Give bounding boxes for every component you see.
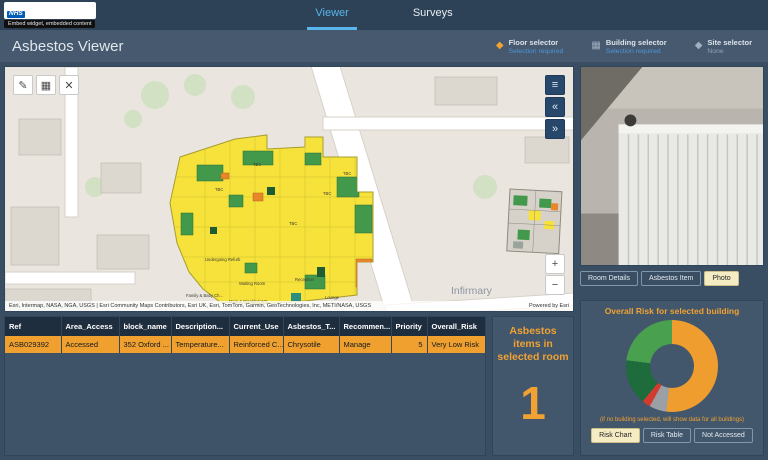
table-header-row: RefArea_Accessblock_nameDescription...Cu…: [5, 317, 486, 336]
map-attribution: Esri, Intermap, NASA, NGA, USGS | Esri C…: [5, 301, 573, 311]
close-tool-button[interactable]: ✕: [59, 75, 79, 95]
list-icon: ≡: [552, 79, 558, 91]
view-tabs: Viewer Surveys: [0, 0, 768, 30]
table-cell: Manage: [339, 336, 391, 353]
collapse-right-button[interactable]: »: [545, 119, 565, 139]
zoom-control: + −: [545, 254, 565, 295]
table-cell: Chrysotile: [283, 336, 339, 353]
selector-value: None: [707, 48, 752, 55]
plus-icon: +: [552, 258, 558, 270]
minus-icon: −: [552, 279, 558, 291]
close-icon: ✕: [64, 79, 73, 92]
tab-photo[interactable]: Photo: [704, 271, 738, 286]
map-toolbar-left: ✎ ▦ ✕: [13, 75, 79, 95]
risk-donut[interactable]: [626, 320, 718, 412]
site-selector[interactable]: ◆ Site selectorNone: [695, 38, 752, 55]
risk-donut-hole: [650, 344, 694, 388]
risk-panel-title: Overall Risk for selected building: [585, 306, 759, 316]
embed-widget-tooltip: Embed widget, embedded content: [4, 20, 95, 28]
button-risk-chart[interactable]: Risk Chart: [591, 428, 640, 443]
map-toolbar-right: ≡ « »: [545, 75, 565, 139]
draw-tool-button[interactable]: ✎: [13, 75, 33, 95]
site-selector-icon: ◆: [695, 41, 703, 51]
risk-panel: Overall Risk for selected building (if n…: [580, 300, 764, 456]
table-row[interactable]: ASB029392Accessed352 Oxford ...Temperatu…: [5, 336, 486, 353]
widget-tool-button[interactable]: ▦: [36, 75, 56, 95]
room-count-value: 1: [520, 376, 546, 430]
collapse-left-icon: «: [552, 101, 558, 113]
table-cell: Reinforced C...: [229, 336, 283, 353]
tab-viewer[interactable]: Viewer: [307, 0, 356, 30]
asbestos-viewer-app: Viewer Surveys NHS Manchester University …: [0, 0, 768, 460]
attribution-text: Esri, Intermap, NASA, NGA, USGS | Esri C…: [9, 303, 371, 309]
table-cell: Temperature...: [171, 336, 229, 353]
floor-selector[interactable]: ◆ Floor selectorSelection required: [496, 38, 564, 55]
column-header[interactable]: Area_Access: [61, 317, 119, 336]
table-cell: ASB029392: [5, 336, 61, 353]
button-not-accessed[interactable]: Not Accessed: [694, 428, 753, 443]
floor-selector-icon: ◆: [496, 41, 504, 51]
column-header[interactable]: Description...: [171, 317, 229, 336]
selectors: ◆Floor selectorSelection required▦Buildi…: [496, 38, 752, 55]
page-title: Asbestos Viewer: [12, 38, 123, 55]
map-panel: TBCTBCTBCTBCTBCUndergoing RefurbWaiting …: [4, 66, 574, 312]
room-count-panel: Asbestos items in selected room 1: [492, 316, 574, 456]
column-header[interactable]: Current_Use: [229, 317, 283, 336]
selector-value: Selection required: [509, 48, 564, 55]
table-cell: 5: [391, 336, 427, 353]
collapse-left-button[interactable]: «: [545, 97, 565, 117]
building-selector-icon: ▦: [591, 41, 600, 51]
asbestos-table: RefArea_Accessblock_nameDescription...Cu…: [5, 317, 486, 353]
tab-surveys[interactable]: Surveys: [405, 0, 461, 30]
table-cell: Very Low Risk: [427, 336, 486, 353]
collapse-right-icon: »: [552, 123, 558, 135]
layer-list-button[interactable]: ≡: [545, 75, 565, 95]
selector-value: Selection required: [606, 48, 667, 55]
room-count-label: Asbestos items in selected room: [497, 325, 569, 364]
selector-label: Site selector: [707, 38, 752, 47]
photo-panel: Room DetailsAsbestos ItemPhoto: [580, 66, 764, 294]
table-cell: 352 Oxford ...: [119, 336, 171, 353]
risk-panel-note: (if no building selected, will show data…: [585, 417, 759, 423]
button-risk-table[interactable]: Risk Table: [643, 428, 691, 443]
title-bar: Asbestos Viewer ◆Floor selectorSelection…: [0, 30, 768, 62]
column-header[interactable]: Asbestos_T...: [283, 317, 339, 336]
zoom-out-button[interactable]: −: [545, 275, 565, 295]
top-bar: Viewer Surveys: [0, 0, 768, 30]
table-body: ASB029392Accessed352 Oxford ...Temperatu…: [5, 336, 486, 353]
widget-icon: ▦: [41, 79, 51, 92]
asbestos-photo: [580, 66, 764, 266]
zoom-in-button[interactable]: +: [545, 254, 565, 274]
nhs-logo-icon: NHS: [7, 11, 25, 18]
risk-buttons: Risk ChartRisk TableNot Accessed: [585, 428, 759, 443]
column-header[interactable]: Overall_Risk: [427, 317, 486, 336]
nhs-logo: NHS Manchester University NHS Foundation…: [4, 2, 96, 19]
map-canvas[interactable]: [5, 67, 574, 312]
photo-tabs: Room DetailsAsbestos ItemPhoto: [580, 271, 764, 286]
column-header[interactable]: Ref: [5, 317, 61, 336]
asbestos-table-panel: RefArea_Accessblock_nameDescription...Cu…: [4, 316, 486, 456]
selector-label: Floor selector: [509, 38, 564, 47]
tab-room-details[interactable]: Room Details: [580, 271, 638, 286]
tab-asbestos-item[interactable]: Asbestos Item: [641, 271, 701, 286]
table-cell: Accessed: [61, 336, 119, 353]
selector-label: Building selector: [606, 38, 667, 47]
column-header[interactable]: Recommen...: [339, 317, 391, 336]
column-header[interactable]: block_name: [119, 317, 171, 336]
column-header[interactable]: Priority: [391, 317, 427, 336]
powered-by-esri: Powered by Esri: [529, 303, 569, 309]
pencil-icon: ✎: [18, 79, 27, 92]
risk-donut-wrap: [585, 320, 759, 412]
building-selector[interactable]: ▦ Building selectorSelection required: [591, 38, 666, 55]
